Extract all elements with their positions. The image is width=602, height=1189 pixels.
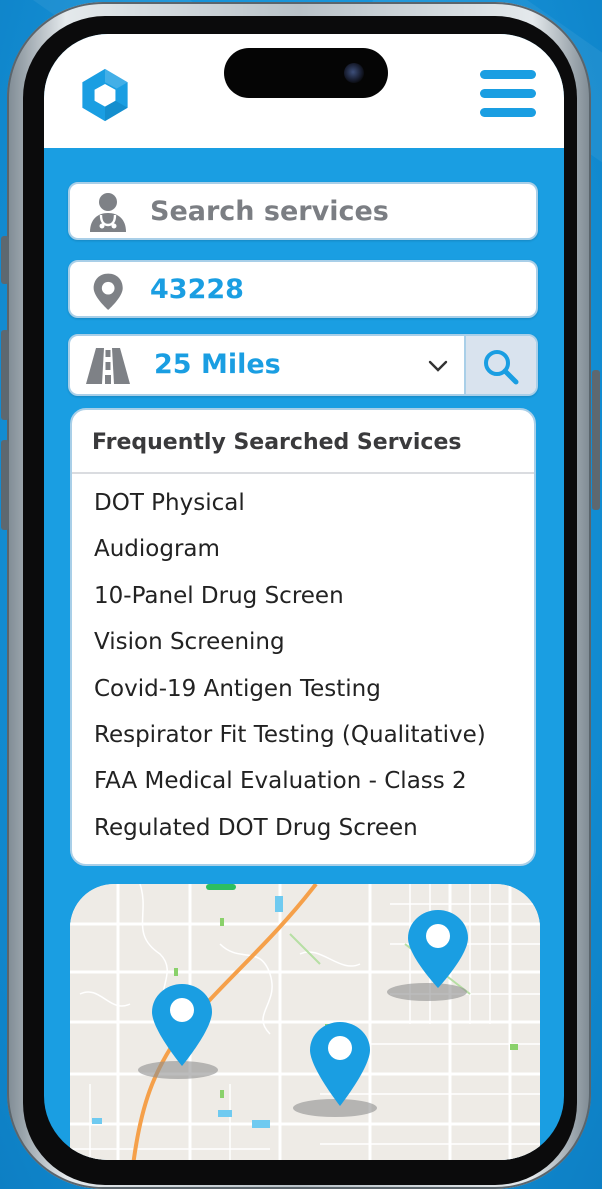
app-screen: 25 Miles Frequently Searched Services DO… [44,34,564,1160]
suggestion-item[interactable]: FAA Medical Evaluation - Class 2 [94,758,486,804]
frequent-services-heading: Frequently Searched Services [92,430,462,455]
service-search-input[interactable] [150,192,520,230]
suggestion-item[interactable]: DOT Physical [94,480,486,526]
hamburger-menu-icon[interactable] [480,70,536,118]
suggestion-item[interactable]: Vision Screening [94,619,486,665]
dynamic-island [224,48,388,98]
location-field[interactable] [68,260,538,318]
frequent-services-list: DOT Physical Audiogram 10-Panel Drug Scr… [94,480,486,851]
radius-select[interactable]: 25 Miles [68,334,538,396]
frequent-services-panel: Frequently Searched Services DOT Physica… [70,408,536,866]
hexagon-logo[interactable] [76,66,134,124]
app-header [44,34,564,148]
map-canvas [70,884,540,1160]
search-button[interactable] [464,336,536,394]
location-input[interactable] [150,270,520,308]
suggestion-item[interactable]: Audiogram [94,526,486,572]
service-search-field[interactable] [68,182,538,240]
road-icon [86,348,130,384]
divider [72,472,534,474]
power-button [592,370,600,510]
suggestion-item[interactable]: Regulated DOT Drug Screen [94,805,486,851]
doctor-icon [90,193,126,232]
volume-up-button [1,330,9,420]
chevron-down-icon[interactable] [426,356,450,376]
map-view[interactable] [70,884,540,1160]
radius-value: 25 Miles [154,349,281,380]
silent-switch [1,236,9,284]
suggestion-item[interactable]: 10-Panel Drug Screen [94,573,486,619]
volume-down-button [1,440,9,530]
suggestion-item[interactable]: Respirator Fit Testing (Qualitative) [94,712,486,758]
magnifier-icon [484,350,519,385]
camera-icon [344,63,364,83]
location-pin-icon [93,273,123,310]
suggestion-item[interactable]: Covid-19 Antigen Testing [94,666,486,712]
